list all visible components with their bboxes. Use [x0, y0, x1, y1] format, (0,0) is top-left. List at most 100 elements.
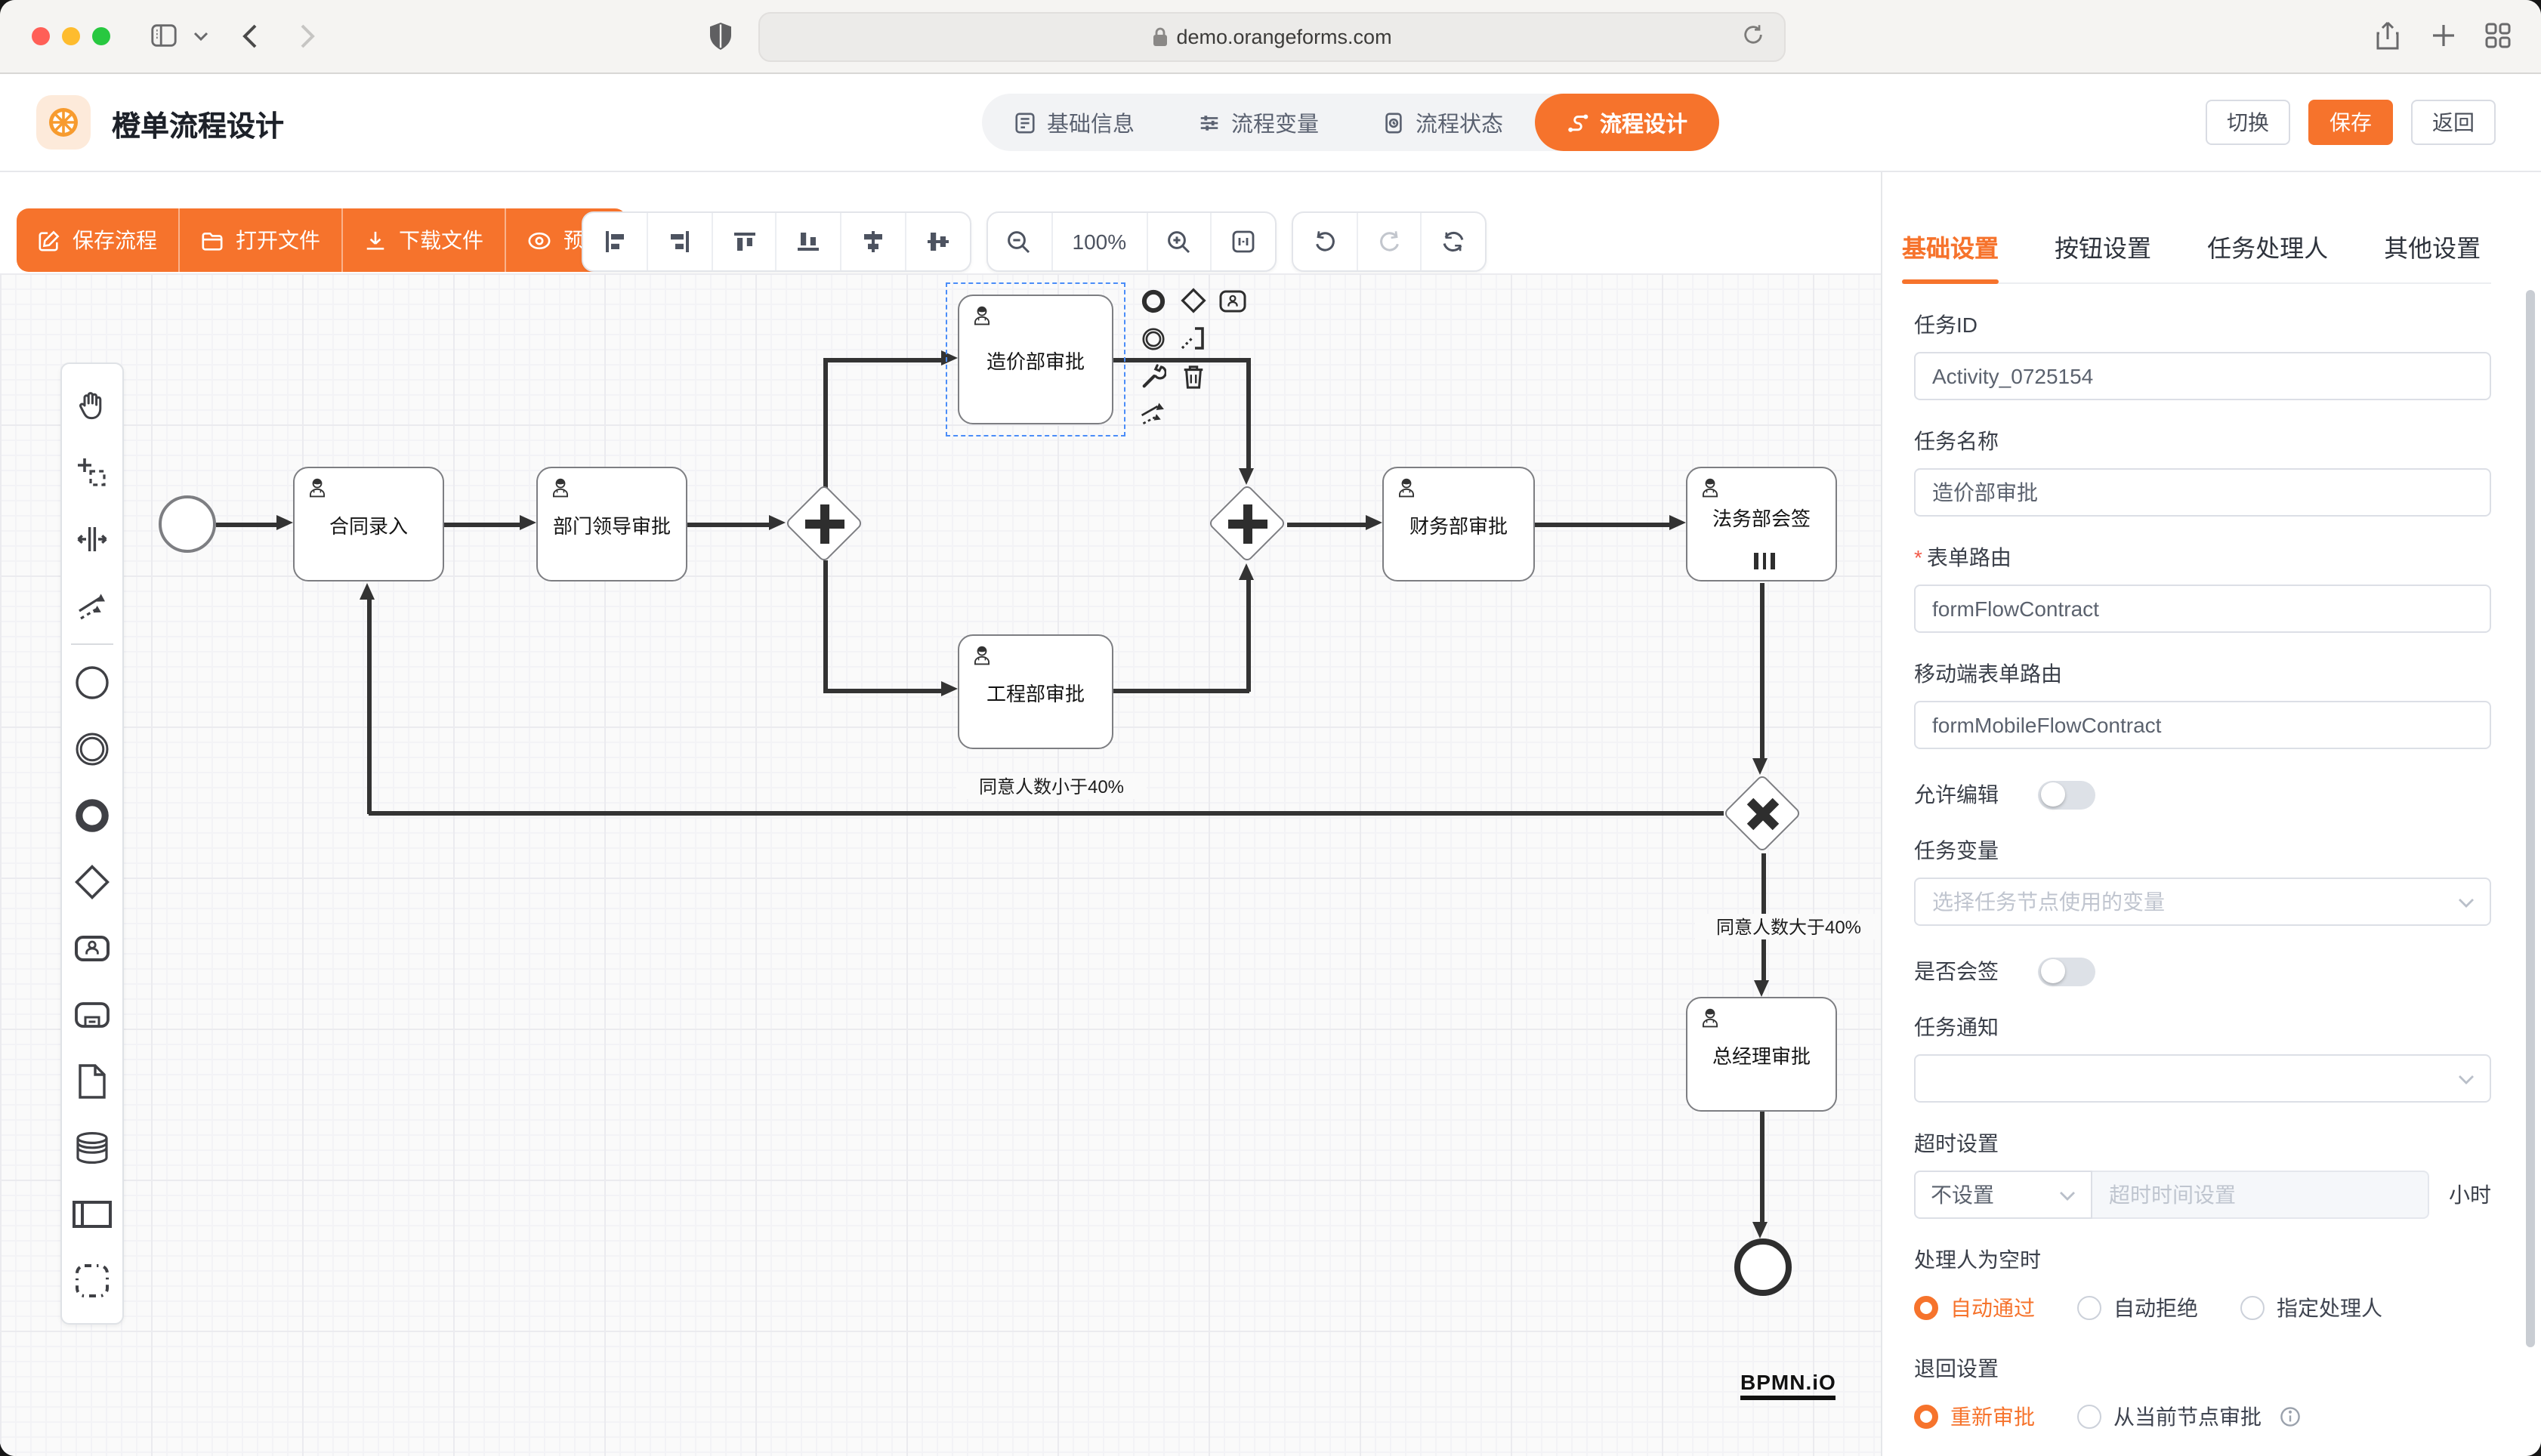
zoom-window-button[interactable]	[92, 27, 110, 45]
flow-edge[interactable]	[1535, 523, 1674, 526]
address-bar[interactable]: demo.orangeforms.com	[758, 12, 1786, 62]
append-task-icon[interactable]	[1213, 282, 1251, 319]
flow-edge[interactable]	[823, 358, 944, 362]
edge-label-lt40[interactable]: 同意人数小于40%	[956, 773, 1147, 799]
task-contract-entry[interactable]: 合同录入	[293, 467, 444, 581]
download-file-button[interactable]: 下载文件	[343, 208, 506, 272]
flow-edge[interactable]	[367, 597, 371, 814]
new-tab-icon[interactable]	[2431, 23, 2456, 48]
connect-tool[interactable]	[74, 572, 110, 639]
group-tool[interactable]	[73, 1248, 112, 1314]
countersign-toggle[interactable]	[2038, 957, 2095, 986]
refresh-icon[interactable]	[1742, 23, 1764, 47]
data-object-tool[interactable]	[74, 1048, 110, 1115]
tab-basic-settings[interactable]: 基础设置	[1902, 228, 1999, 264]
flow-edge[interactable]	[216, 523, 279, 526]
redo-icon[interactable]	[1357, 213, 1422, 270]
intermediate-event-tool[interactable]	[73, 716, 112, 782]
flow-edge[interactable]	[1760, 1112, 1764, 1226]
edge-label-gt40[interactable]: 同意人数大于40%	[1695, 914, 1881, 939]
zoom-level[interactable]: 100%	[1052, 213, 1147, 270]
info-icon[interactable]	[2280, 1406, 2301, 1427]
tab-task-assignee[interactable]: 任务处理人	[2207, 228, 2328, 264]
undo-icon[interactable]	[1293, 213, 1357, 270]
flow-edge[interactable]	[1113, 689, 1249, 693]
bpmn-io-watermark[interactable]: BPMN.iO	[1740, 1370, 1836, 1400]
flow-edge[interactable]	[444, 523, 524, 526]
append-intermediate-event-icon[interactable]	[1135, 320, 1172, 356]
allow-edit-toggle[interactable]	[2038, 780, 2095, 809]
align-center-vertical-icon[interactable]	[906, 213, 970, 270]
task-engineering-approval[interactable]: 工程部审批	[958, 634, 1113, 749]
align-top-icon[interactable]	[712, 213, 777, 270]
switch-button[interactable]: 切换	[2206, 100, 2290, 145]
flow-edge[interactable]	[369, 811, 1724, 815]
hand-tool[interactable]	[74, 373, 110, 440]
append-end-event-icon[interactable]	[1135, 282, 1172, 319]
reset-icon[interactable]	[1422, 213, 1485, 270]
tab-flow-variables[interactable]: 流程变量	[1166, 94, 1351, 151]
task-name-input[interactable]	[1914, 468, 2491, 517]
minimize-window-button[interactable]	[62, 27, 80, 45]
task-variable-select[interactable]: 选择任务节点使用的变量	[1914, 878, 2491, 926]
task-legal-countersign[interactable]: 法务部会签	[1686, 467, 1837, 581]
forward-icon[interactable]	[299, 23, 316, 50]
user-task-tool[interactable]	[73, 915, 112, 982]
zoom-in-icon[interactable]	[1147, 213, 1212, 270]
timeout-value-input[interactable]: 超时时间设置	[2092, 1171, 2429, 1219]
bpmn-canvas[interactable]: 同意人数小于40% 同意人数大于40% 合同录入 部门领导审批	[0, 273, 1881, 1456]
task-id-input[interactable]	[1914, 352, 2491, 400]
sub-process-tool[interactable]	[73, 982, 112, 1048]
space-tool[interactable]	[74, 506, 110, 572]
save-flow-button[interactable]: 保存流程	[17, 208, 180, 272]
close-window-button[interactable]	[32, 27, 50, 45]
flow-edge[interactable]	[823, 689, 944, 693]
mobile-form-route-input[interactable]	[1914, 701, 2491, 749]
chevron-down-icon[interactable]	[193, 30, 208, 42]
participant-tool[interactable]	[71, 1181, 113, 1248]
gateway-tool[interactable]	[73, 849, 112, 915]
append-text-annotation-icon[interactable]	[1174, 320, 1212, 356]
back-icon[interactable]	[242, 23, 258, 50]
tab-overview-icon[interactable]	[2485, 23, 2511, 48]
save-button[interactable]: 保存	[2308, 100, 2393, 145]
sidebar-icon[interactable]	[150, 21, 178, 50]
share-icon[interactable]	[2375, 21, 2401, 51]
panel-scrollbar[interactable]	[2526, 290, 2535, 1347]
start-event-tool[interactable]	[73, 649, 112, 716]
align-right-icon[interactable]	[648, 213, 713, 270]
radio-auto-pass[interactable]: 自动通过	[1914, 1293, 2035, 1323]
zoom-out-icon[interactable]	[988, 213, 1052, 270]
align-left-icon[interactable]	[583, 213, 648, 270]
task-general-manager-approval[interactable]: 总经理审批	[1686, 997, 1837, 1112]
flow-edge[interactable]	[1246, 577, 1250, 692]
flow-edge[interactable]	[823, 358, 827, 488]
connect-tool-icon[interactable]	[1135, 396, 1172, 432]
wrench-change-type-icon[interactable]	[1135, 358, 1172, 394]
task-finance-approval[interactable]: 财务部审批	[1382, 467, 1535, 581]
align-bottom-icon[interactable]	[777, 213, 842, 270]
task-notify-select[interactable]	[1914, 1054, 2491, 1103]
radio-re-approve[interactable]: 重新审批	[1914, 1402, 2035, 1432]
flow-edge[interactable]	[1760, 583, 1764, 763]
align-center-horizontal-icon[interactable]	[842, 213, 907, 270]
back-button[interactable]: 返回	[2411, 100, 2496, 145]
lasso-tool[interactable]	[74, 440, 110, 506]
flow-edge[interactable]	[687, 523, 773, 526]
flow-edge[interactable]	[1287, 523, 1370, 526]
shield-icon[interactable]	[709, 21, 733, 51]
tab-button-settings[interactable]: 按钮设置	[2055, 228, 2151, 264]
tab-basic-info[interactable]: 基础信息	[982, 94, 1166, 151]
data-store-tool[interactable]	[73, 1115, 112, 1181]
tab-flow-status[interactable]: 流程状态	[1351, 94, 1535, 151]
flow-edge[interactable]	[823, 560, 827, 692]
append-gateway-icon[interactable]	[1174, 282, 1212, 319]
end-event[interactable]	[1734, 1239, 1792, 1296]
task-cost-dept-approval[interactable]: 造价部审批	[958, 295, 1113, 424]
form-route-input[interactable]	[1914, 585, 2491, 633]
radio-auto-reject[interactable]: 自动拒绝	[2077, 1293, 2198, 1323]
trash-delete-icon[interactable]	[1174, 358, 1212, 394]
tab-flow-design[interactable]: 流程设计	[1535, 94, 1719, 151]
tab-other-settings[interactable]: 其他设置	[2384, 228, 2481, 264]
radio-from-current-node[interactable]: 从当前节点审批	[2077, 1402, 2301, 1432]
